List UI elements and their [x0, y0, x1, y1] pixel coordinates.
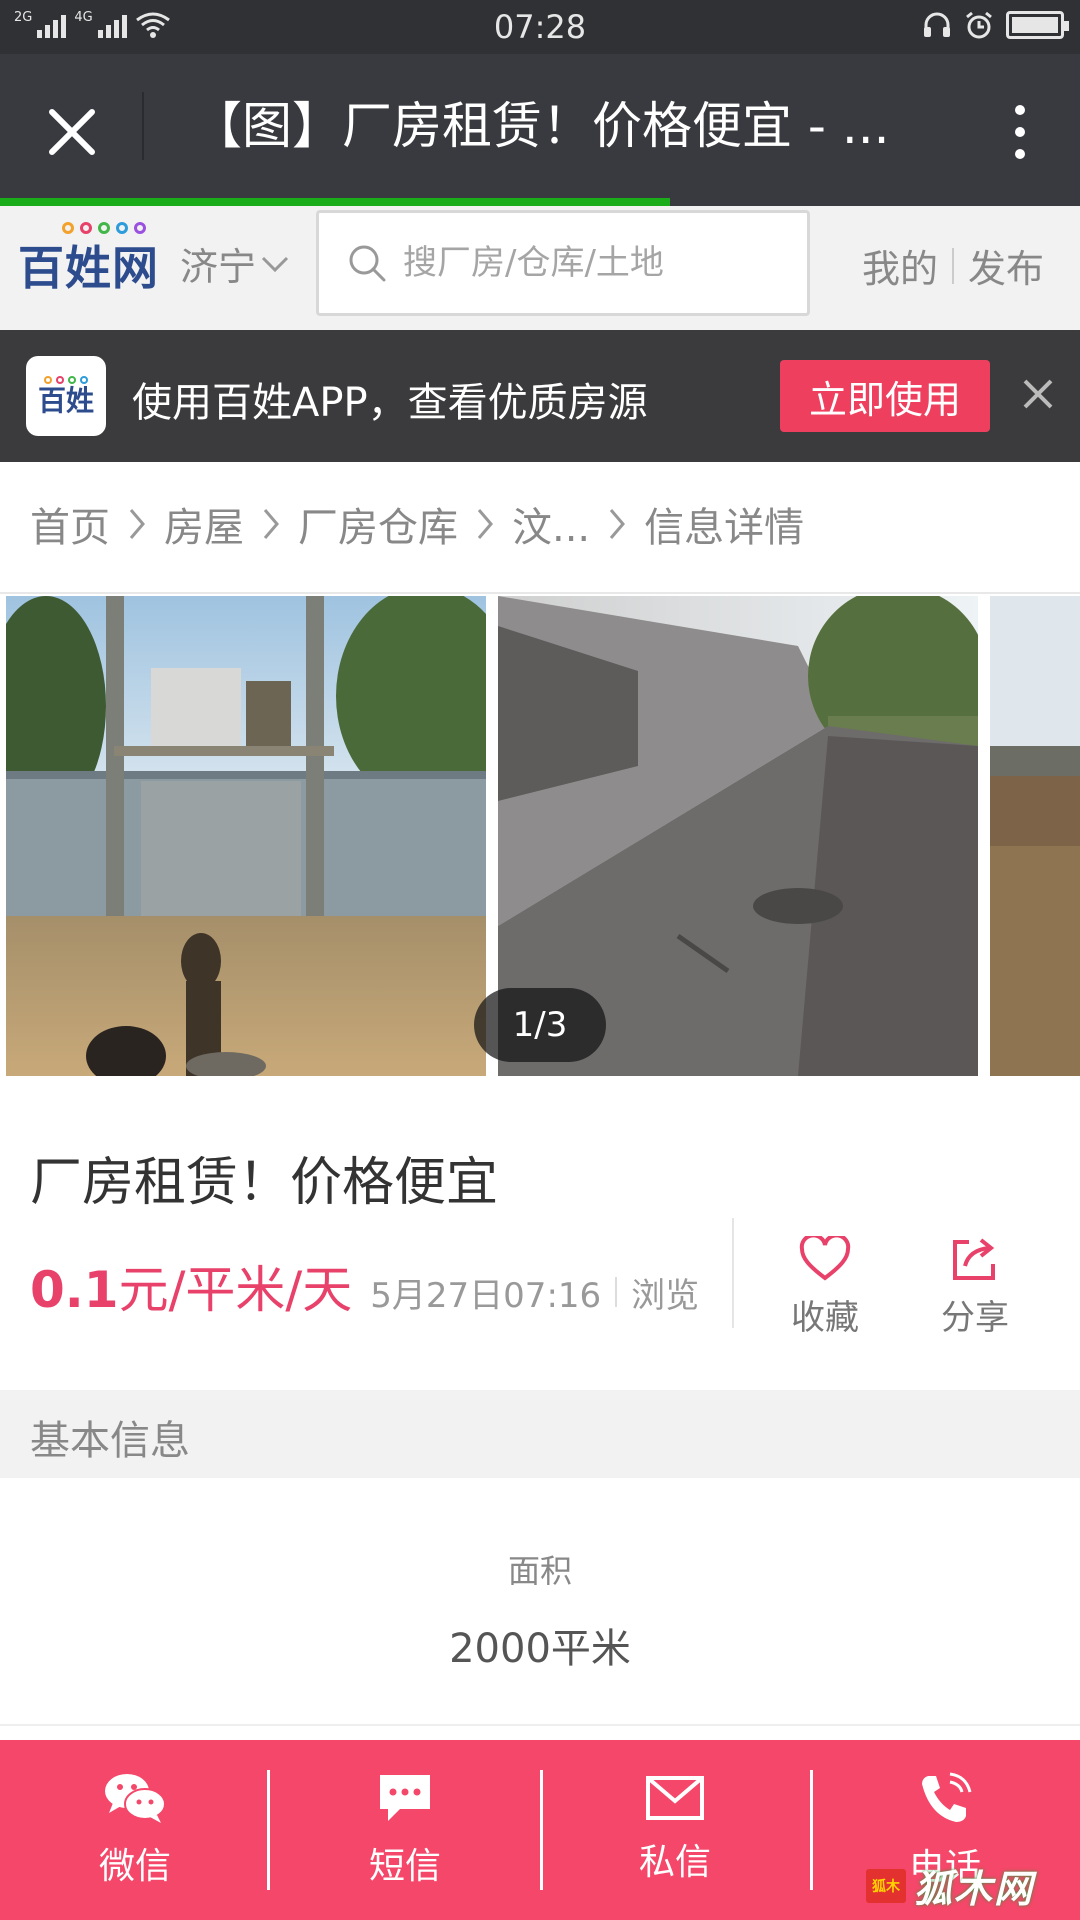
- my-link[interactable]: 我的: [862, 238, 938, 293]
- title-divider: [142, 92, 144, 160]
- watermark-badge: 狐木: [866, 1868, 906, 1903]
- search-input[interactable]: [403, 243, 773, 283]
- app-icon-text: 百姓: [37, 384, 94, 417]
- app-download-banner: 百姓 使用百姓APP，查看优质房源 立即使用: [0, 330, 1080, 462]
- favorite-label: 收藏: [791, 1298, 859, 1338]
- breadcrumb: 首页 房屋 厂房仓库 汶... 信息详情: [30, 494, 804, 554]
- link-separator: [951, 247, 954, 284]
- action-divider: [732, 1218, 734, 1328]
- header-links: 我的 发布: [862, 238, 1044, 293]
- browser-title-bar: 【图】厂房租赁！价格便宜 - ...: [0, 54, 1080, 198]
- chevron-right-icon: [608, 507, 626, 541]
- loading-progress-bar: [0, 198, 1080, 206]
- divider: [0, 592, 1080, 594]
- headset-icon: [924, 12, 950, 37]
- chevron-right-icon: [262, 507, 280, 541]
- dot: [1015, 149, 1025, 159]
- dot: [1015, 127, 1025, 137]
- wechat-button[interactable]: 微信: [0, 1740, 270, 1920]
- search-box[interactable]: [316, 210, 810, 316]
- site-header: 百姓网 济宁 我的 发布: [0, 206, 1080, 330]
- wechat-label: 微信: [98, 1846, 171, 1887]
- divider: [0, 1724, 1080, 1726]
- breadcrumb-factory-warehouse[interactable]: 厂房仓库: [298, 495, 458, 553]
- listing-title: 厂房租赁！价格便宜: [30, 1153, 499, 1213]
- alarm-icon: [966, 11, 992, 39]
- breadcrumb-district[interactable]: 汶...: [512, 495, 590, 553]
- price-unit: 元/平米/天: [118, 1261, 353, 1319]
- heart-icon: [799, 1236, 851, 1281]
- breadcrumb-detail: 信息详情: [644, 505, 805, 551]
- share-label: 分享: [941, 1298, 1009, 1338]
- chevron-right-icon: [128, 507, 146, 541]
- use-app-button[interactable]: 立即使用: [780, 360, 990, 432]
- sms-label: 短信: [368, 1846, 441, 1887]
- price: 0.1元/平米/天: [30, 1250, 352, 1322]
- status-bar: 2G 4G 07:28: [0, 0, 1080, 54]
- brand-name: 百姓网: [18, 241, 159, 295]
- wechat-icon: [105, 1774, 166, 1823]
- dot: [1015, 105, 1025, 115]
- page-title: 【图】厂房租赁！价格便宜 - ...: [192, 97, 890, 155]
- close-button[interactable]: [36, 96, 108, 168]
- area-label: 面积: [507, 1552, 572, 1590]
- private-message-label: 私信: [638, 1842, 711, 1883]
- app-icon-dots: [44, 376, 88, 384]
- city-label: 济宁: [180, 245, 257, 289]
- watermark-text: 狐木网: [914, 1867, 1035, 1911]
- gallery-photo[interactable]: [6, 596, 486, 1076]
- section-title: 基本信息: [30, 1418, 190, 1464]
- post-date: 5月27日07:16: [370, 1276, 602, 1316]
- banner-text: 使用百姓APP，查看优质房源: [132, 380, 648, 426]
- status-time: 07:28: [493, 8, 587, 46]
- status-icons-right: [922, 10, 1069, 40]
- area-value: 2000平米: [449, 1626, 631, 1672]
- breadcrumb-home[interactable]: 首页: [30, 495, 110, 553]
- sms-button[interactable]: 短信: [270, 1740, 540, 1920]
- share-icon: [953, 1238, 995, 1280]
- favorite-button[interactable]: 收藏: [760, 1236, 890, 1339]
- private-message-button[interactable]: 私信: [540, 1740, 810, 1920]
- chevron-right-icon: [476, 507, 494, 541]
- site-watermark: 狐木 狐木网: [866, 1858, 1034, 1913]
- envelope-icon: [646, 1776, 704, 1820]
- views-label: 浏览: [631, 1276, 700, 1316]
- baixing-logo[interactable]: 百姓网: [18, 222, 178, 302]
- more-menu-button[interactable]: [990, 92, 1050, 172]
- battery-icon: [1006, 11, 1069, 39]
- banner-close-button[interactable]: [1014, 370, 1062, 418]
- meta-separator: [615, 1277, 618, 1307]
- price-number: 0.1: [30, 1261, 119, 1319]
- breadcrumb-housing[interactable]: 房屋: [164, 495, 244, 553]
- sms-icon: [380, 1775, 430, 1821]
- price-row: 0.1元/平米/天 5月27日07:16 浏览: [30, 1250, 699, 1322]
- gallery-counter: 1/3: [474, 988, 606, 1062]
- share-button[interactable]: 分享: [910, 1236, 1040, 1339]
- search-icon: [349, 245, 386, 282]
- section-header-basic-info: 基本信息: [0, 1390, 1080, 1478]
- publish-link[interactable]: 发布: [968, 238, 1044, 293]
- close-icon: [49, 109, 95, 155]
- city-selector[interactable]: 济宁: [180, 236, 290, 291]
- chevron-down-icon: [261, 256, 289, 272]
- app-icon: 百姓: [26, 356, 106, 436]
- close-icon: [1023, 379, 1053, 409]
- phone-icon: [922, 1772, 972, 1822]
- gallery-photo[interactable]: [990, 596, 1080, 1076]
